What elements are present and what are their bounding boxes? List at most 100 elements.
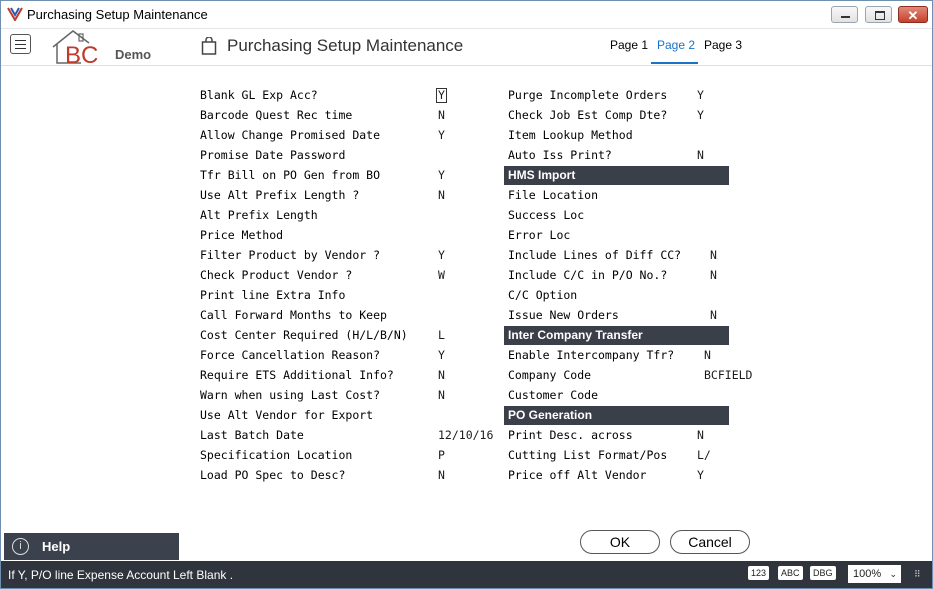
field-label: Success Loc [508,208,585,222]
field-label: Purge Incomplete Orders [508,88,668,102]
field-label: Check Job Est Comp Dte? [508,108,668,122]
maximize-icon [875,11,885,20]
field-label: File Location [508,188,599,202]
resize-grip-icon[interactable]: ⠿ [914,569,921,580]
field-label: Promise Date Password [200,148,346,162]
field-label: Call Forward Months to Keep [200,308,387,322]
zoom-select[interactable]: 100% ⌄ [848,565,901,583]
debug-badge[interactable]: DBG [810,566,836,580]
zoom-value: 100% [853,568,882,580]
chevron-down-icon: ⌄ [889,569,897,579]
field-label: Cost Center Required (H/L/B/N) [200,328,408,342]
close-button[interactable]: ✕ [898,6,928,23]
shopping-bag-icon [201,37,217,55]
field-value[interactable]: N [438,188,445,202]
field-value[interactable]: Y [697,108,704,122]
field-label: Auto Iss Print? [508,148,612,162]
cancel-button[interactable]: Cancel [670,530,750,554]
field-value[interactable]: Y [438,168,445,182]
app-logo-icon [7,7,23,21]
field-value[interactable]: W [438,268,445,282]
field-value[interactable]: N [710,248,717,262]
field-label: Load PO Spec to Desc? [200,468,346,482]
tab-page-2[interactable]: Page 2 [657,38,695,52]
title-bar: Purchasing Setup Maintenance ✕ [1,1,932,29]
menu-button[interactable] [10,34,31,54]
field-label: Issue New Orders [508,308,619,322]
field-label: Alt Prefix Length [200,208,318,222]
tab-page-3[interactable]: Page 3 [704,38,742,52]
page-title: Purchasing Setup Maintenance [227,36,464,55]
active-tab-indicator [651,62,698,64]
hamburger-icon [15,40,26,41]
field-label: Use Alt Prefix Length ? [200,188,360,202]
section-header-po-generation: PO Generation [504,406,729,425]
window-title: Purchasing Setup Maintenance [27,7,208,22]
logo-letters: BC [65,42,98,65]
field-label: Require ETS Additional Info? [200,368,394,382]
hamburger-icon-line [15,44,26,45]
maximize-button[interactable] [865,6,892,23]
field-label: Barcode Quest Rec time [200,108,353,122]
field-label: Print Desc. across [508,428,633,442]
hamburger-icon-line [15,48,26,49]
field-label: Price off Alt Vendor [508,468,647,482]
field-value[interactable]: N [438,108,445,122]
field-label: Print line Extra Info [200,288,346,302]
blank-gl-exp-acc-input[interactable]: Y [436,88,447,103]
field-value[interactable]: Y [438,128,445,142]
ok-button[interactable]: OK [580,530,660,554]
field-label: Include Lines of Diff CC? [508,248,682,262]
svg-text:BC: BC [65,42,98,65]
numeric-mode-badge[interactable]: 123 [748,566,770,580]
field-value[interactable]: N [438,468,445,482]
field-value[interactable]: Y [438,348,445,362]
field-label: C/C Option [508,288,578,302]
field-label: Tfr Bill on PO Gen from BO [200,168,381,182]
field-label: Blank GL Exp Acc? [200,88,318,102]
alpha-mode-badge[interactable]: ABC [778,566,803,580]
status-bar: If Y, P/O line Expense Account Left Blan… [1,561,932,588]
field-label: Check Product Vendor ? [200,268,353,282]
field-value[interactable]: Y [438,248,445,262]
field-value[interactable]: N [710,268,717,282]
tab-page-1[interactable]: Page 1 [610,38,648,52]
field-label: Error Loc [508,228,571,242]
field-label: Last Batch Date [200,428,304,442]
field-value[interactable]: Y [697,88,704,102]
field-value[interactable]: N [438,368,445,382]
field-label: Specification Location [200,448,353,462]
field-value[interactable]: Y [697,468,704,482]
field-label: Warn when using Last Cost? [200,388,381,402]
app-window: Purchasing Setup Maintenance ✕ BC Demo P… [0,0,933,589]
field-label: Include C/C in P/O No.? [508,268,668,282]
field-value[interactable]: P [438,448,445,462]
field-label: Item Lookup Method [508,128,633,142]
field-value[interactable]: 12/10/16 [438,428,493,442]
help-panel-toggle[interactable]: i Help [4,533,179,560]
field-value[interactable]: N [438,388,445,402]
help-label: Help [42,539,71,554]
close-icon: ✕ [907,8,919,23]
field-label: Allow Change Promised Date [200,128,381,142]
field-value[interactable]: BCFIELD [704,368,752,382]
field-value[interactable]: N [697,148,704,162]
field-value[interactable]: L/ [697,448,711,462]
field-label: Cutting List Format/Pos [508,448,668,462]
field-value[interactable]: L [438,328,445,342]
minimize-button[interactable] [831,6,858,23]
field-label: Price Method [200,228,284,242]
logo-text: Demo [115,47,152,62]
field-label: Filter Product by Vendor ? [200,248,381,262]
field-value[interactable]: N [697,428,704,442]
field-value[interactable]: N [704,348,711,362]
field-label: Use Alt Vendor for Export [200,408,374,422]
field-label: Enable Intercompany Tfr? [508,348,675,362]
minimize-icon [841,16,850,18]
info-icon: i [12,538,29,555]
field-value[interactable]: N [710,308,717,322]
section-header-hms-import: HMS Import [504,166,729,185]
status-message: If Y, P/O line Expense Account Left Blan… [8,568,234,582]
field-label: Force Cancellation Reason? [200,348,381,362]
field-label: Company Code [508,368,592,382]
